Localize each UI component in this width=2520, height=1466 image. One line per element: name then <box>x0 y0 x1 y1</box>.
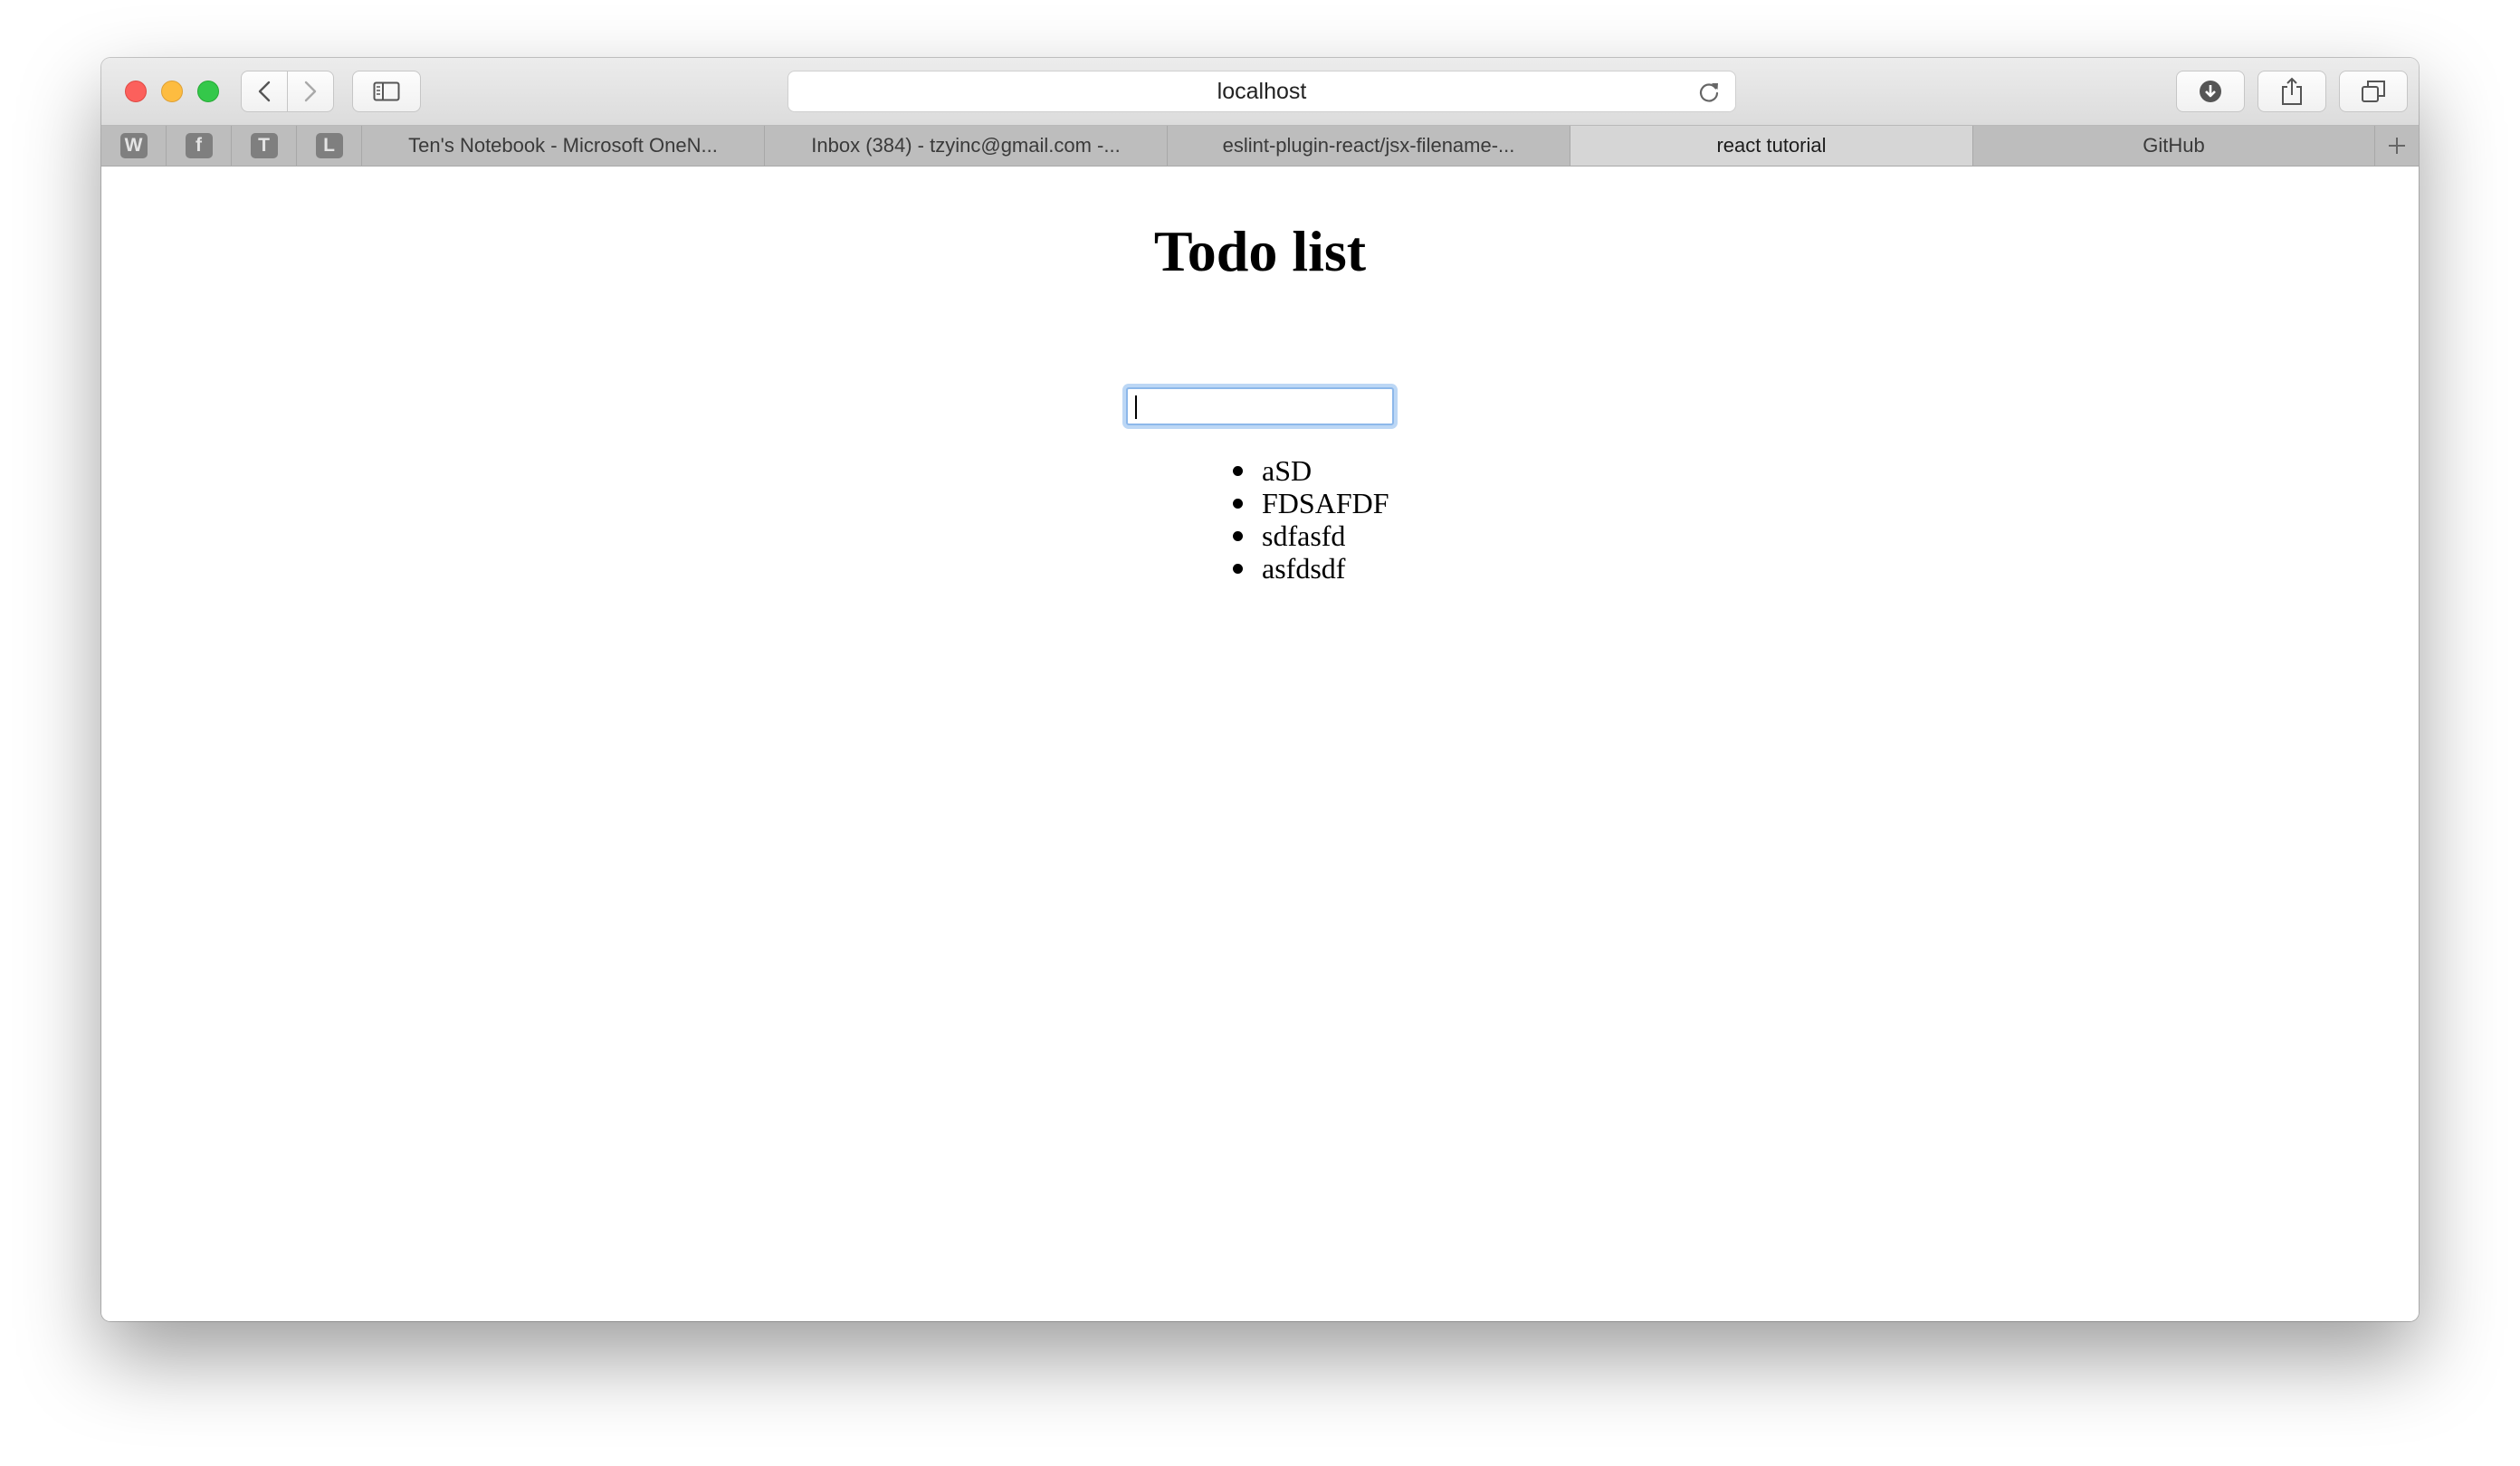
plus-icon <box>2389 138 2405 154</box>
tab-inbox[interactable]: Inbox (384) - tzyinc@gmail.com -... <box>765 126 1168 166</box>
tab-react-tutorial[interactable]: react tutorial <box>1570 126 1973 166</box>
share-button[interactable] <box>2258 71 2326 112</box>
todo-item: asfdsdf <box>1233 552 1389 585</box>
text-caret <box>1135 395 1137 419</box>
reload-icon[interactable] <box>1697 81 1721 104</box>
back-button[interactable] <box>241 71 288 112</box>
todo-item-text: aSD <box>1262 454 1312 487</box>
todo-input[interactable] <box>1126 387 1394 425</box>
bullet-icon <box>1233 564 1243 574</box>
bullet-icon <box>1233 499 1243 509</box>
address-text: localhost <box>1217 79 1307 104</box>
bullet-icon <box>1233 466 1243 476</box>
tab-onenote[interactable]: Ten's Notebook - Microsoft OneN... <box>362 126 765 166</box>
todo-item-text: asfdsdf <box>1262 552 1346 585</box>
close-window-button[interactable] <box>125 81 147 102</box>
tab-eslint[interactable]: eslint-plugin-react/jsx-filename-... <box>1168 126 1570 166</box>
page-title: Todo list <box>1153 219 1367 283</box>
forward-button[interactable] <box>287 71 334 112</box>
todo-item: FDSAFDF <box>1233 487 1389 519</box>
browser-toolbar: localhost <box>101 58 2419 126</box>
pinned-tab-facebook[interactable]: f <box>167 126 232 166</box>
bullet-icon <box>1233 531 1243 541</box>
tabs-overview-icon <box>2362 81 2385 102</box>
page-content: Todo list aSD FDSAFDF sdfasfd asfdsdf <box>101 167 2419 1321</box>
t-site-icon: T <box>250 133 278 158</box>
pinned-tab-t[interactable]: T <box>232 126 297 166</box>
tab-github[interactable]: GitHub <box>1973 126 2375 166</box>
pinned-tab-l[interactable]: L <box>297 126 362 166</box>
l-site-icon: L <box>315 133 343 158</box>
pinned-tab-wikipedia[interactable]: W <box>101 126 167 166</box>
facebook-icon: f <box>185 133 213 158</box>
browser-window: localhost W f T L Ten's Notebook - Micro… <box>101 58 2419 1321</box>
wikipedia-icon: W <box>119 133 148 158</box>
tab-bar: W f T L Ten's Notebook - Microsoft OneN.… <box>101 126 2419 167</box>
todo-item-text: FDSAFDF <box>1262 487 1389 519</box>
maximize-window-button[interactable] <box>197 81 219 102</box>
todo-item-text: sdfasfd <box>1262 519 1346 552</box>
share-icon <box>2282 77 2302 105</box>
tab-overview-button[interactable] <box>2339 71 2408 112</box>
todo-item: aSD <box>1233 454 1389 487</box>
download-icon <box>2200 81 2221 102</box>
todo-list: aSD FDSAFDF sdfasfd asfdsdf <box>1233 454 1389 585</box>
sidebar-toggle-button[interactable] <box>352 71 421 112</box>
chevron-right-icon <box>304 81 317 102</box>
address-bar[interactable]: localhost <box>788 71 1736 112</box>
sidebar-icon <box>373 81 400 101</box>
new-tab-button[interactable] <box>2375 126 2419 166</box>
chevron-left-icon <box>258 81 271 102</box>
minimize-window-button[interactable] <box>161 81 183 102</box>
todo-item: sdfasfd <box>1233 519 1389 552</box>
downloads-button[interactable] <box>2176 71 2245 112</box>
